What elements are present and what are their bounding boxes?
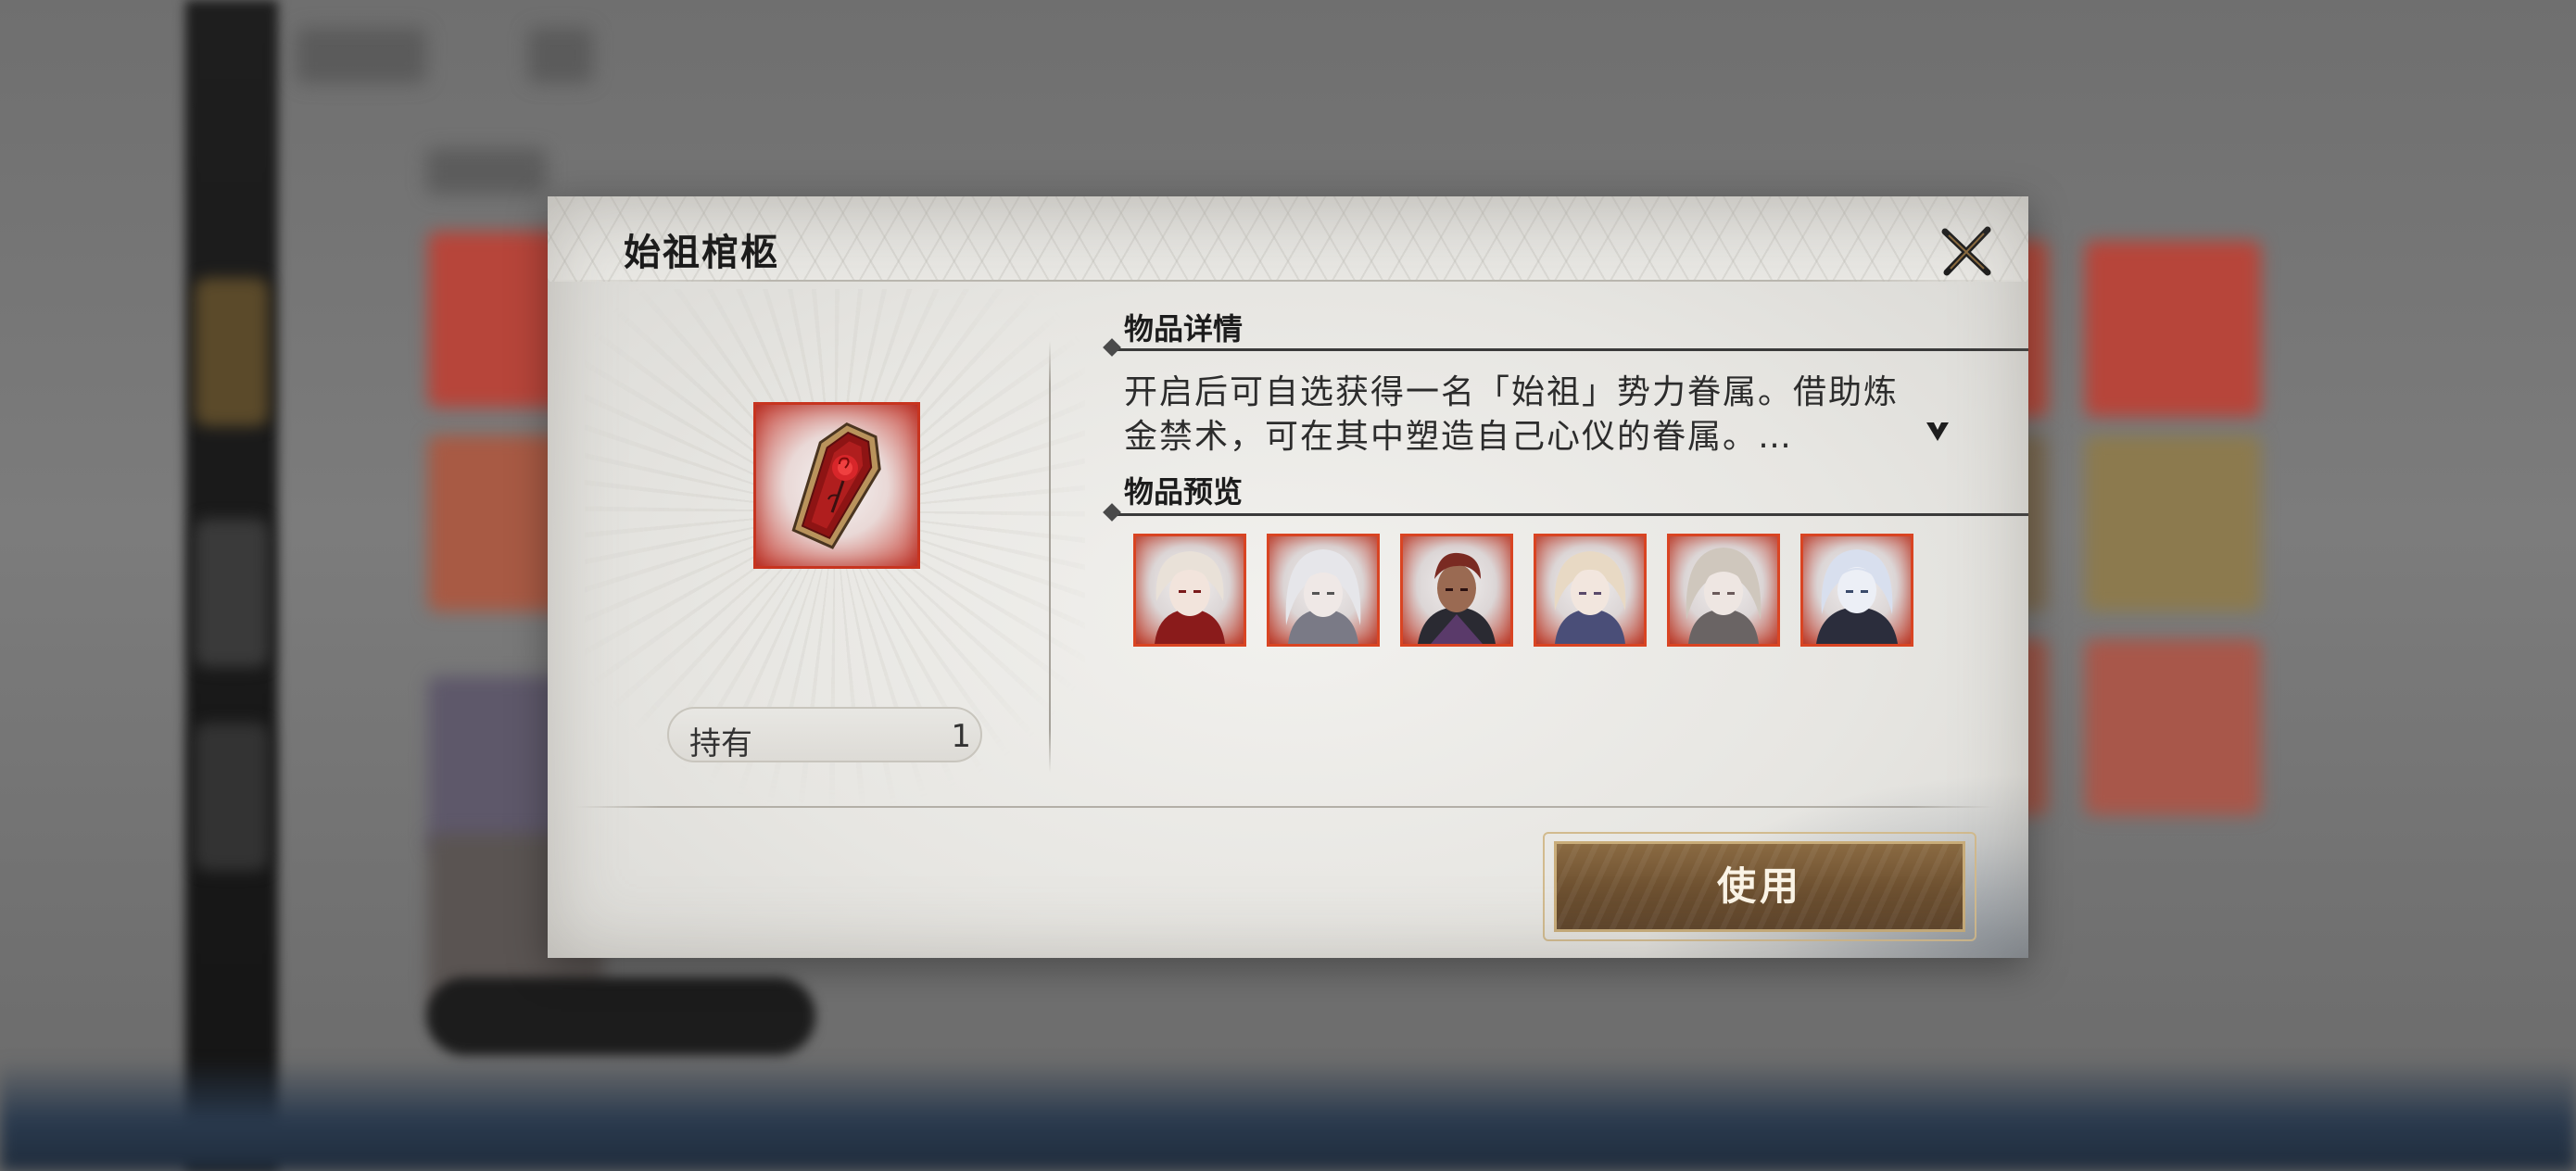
character-portrait-icon: [1155, 551, 1225, 644]
bg-card: [2085, 435, 2261, 611]
bg-tab: [297, 28, 426, 83]
owned-count: 1: [951, 718, 971, 755]
character-portrait-icon: [1418, 552, 1496, 644]
bg-card: [2085, 241, 2261, 417]
owned-label: 持有: [689, 725, 752, 762]
dialog-title: 始祖棺柩: [624, 231, 779, 274]
preview-avatar-4[interactable]: [1534, 534, 1647, 647]
bg-card: [2085, 639, 2261, 815]
item-description: 开启后可自选获得一名「始祖」势力眷属。借助炼 金禁术，可在其中塑造自己心仪的眷属…: [1124, 371, 1930, 460]
bg-tab: [528, 28, 593, 83]
preview-avatar-5[interactable]: [1667, 534, 1780, 647]
details-section-title: 物品详情: [1124, 311, 1244, 346]
bg-mountains: [0, 1060, 2576, 1171]
preview-avatar-1[interactable]: [1133, 534, 1246, 647]
use-button-label: 使用: [1716, 863, 1802, 909]
bg-label: [426, 148, 547, 195]
character-portrait-icon: [1285, 549, 1361, 644]
expand-arrow-icon[interactable]: [1925, 419, 1951, 445]
use-button[interactable]: 使用: [1541, 832, 1978, 941]
character-portrait-icon: [1554, 551, 1626, 644]
preview-avatar-6[interactable]: [1800, 534, 1913, 647]
bg-pill: [426, 977, 815, 1055]
owned-count-box: 持有 1: [667, 707, 982, 762]
close-button[interactable]: [1936, 220, 1997, 282]
preview-avatar-3[interactable]: [1400, 534, 1513, 647]
coffin-with-rose-icon: [791, 422, 881, 549]
preview-section-line: [1113, 513, 2028, 516]
item-icon-frame: [753, 402, 920, 569]
preview-section-title: 物品预览: [1124, 474, 1244, 510]
description-line: 开启后可自选获得一名「始祖」势力眷属。借助炼: [1124, 373, 1900, 411]
close-x-icon: [1941, 226, 1991, 276]
bg-sidebar-button: [195, 519, 269, 667]
character-portrait-icon: [1816, 549, 1898, 644]
preview-avatar-2[interactable]: [1267, 534, 1380, 647]
bg-sidebar-button: [195, 278, 269, 426]
description-line: 金禁术，可在其中塑造自己心仪的眷属。…: [1124, 418, 1794, 456]
details-section-line: [1113, 348, 2028, 351]
character-portrait-icon: [1686, 548, 1762, 644]
column-divider: [1049, 341, 1051, 773]
bg-sidebar-button: [195, 723, 269, 871]
item-detail-dialog: 始祖棺柩 持有 1 物品详情 开启后可自选获得一名「始祖」势力眷属。借助炼 金禁…: [548, 196, 2028, 958]
